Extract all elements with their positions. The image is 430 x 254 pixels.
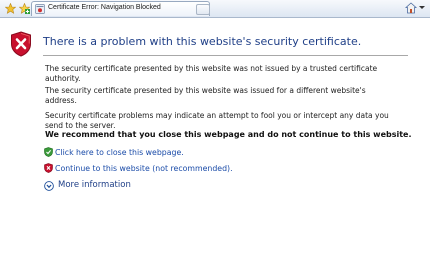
untrusted-authority-text: The security certificate presented by th… <box>45 64 378 83</box>
new-tab-button[interactable] <box>196 4 210 15</box>
certificate-error-icon <box>35 4 45 14</box>
more-information-label[interactable]: More information <box>58 180 131 190</box>
tab-certificate-error[interactable]: Certificate Error: Navigation Blocked <box>31 1 210 16</box>
address-mismatch-text: The security certificate presented by th… <box>45 86 366 105</box>
home-dropdown-arrow-icon[interactable] <box>419 6 425 9</box>
green-shield-icon <box>44 147 53 157</box>
divider <box>43 55 408 56</box>
tab-bar: Certificate Error: Navigation Blocked <box>0 0 430 18</box>
red-shield-icon <box>44 163 53 173</box>
red-shield-x-icon <box>11 31 31 57</box>
home-icon[interactable] <box>405 2 417 14</box>
continue-website-link[interactable]: Continue to this website (not recommende… <box>55 164 233 173</box>
page-title: There is a problem with this website's s… <box>43 35 362 48</box>
add-favorites-icon[interactable] <box>19 3 30 14</box>
recommendation-text: We recommend that you close this webpage… <box>45 130 412 139</box>
risk-warning-text: Security certificate problems may indica… <box>45 111 389 130</box>
expand-chevron-icon <box>44 181 54 191</box>
favorites-star-icon[interactable] <box>5 3 16 14</box>
tab-label: Certificate Error: Navigation Blocked <box>48 4 161 11</box>
certificate-error-page: There is a problem with this website's s… <box>0 18 430 254</box>
close-webpage-link[interactable]: Click here to close this webpage. <box>55 148 184 157</box>
